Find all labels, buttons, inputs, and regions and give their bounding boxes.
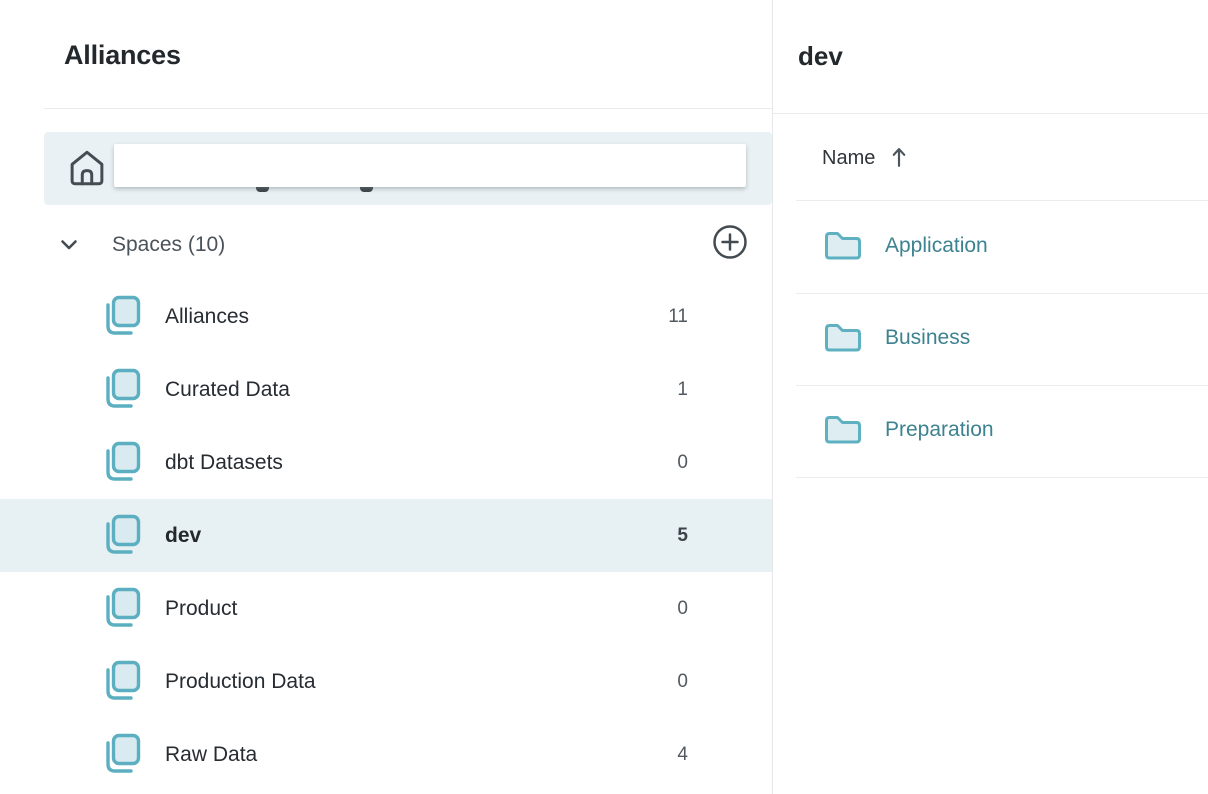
space-count: 4 bbox=[677, 718, 688, 791]
spaces-section-label: Spaces (10) bbox=[112, 229, 225, 261]
spaces-list: Alliances 11 Curated Data 1 dbt Datasets bbox=[0, 280, 772, 791]
stacked-squares-icon bbox=[100, 659, 142, 710]
folder-link[interactable]: Application bbox=[885, 234, 988, 258]
space-row-curated-data[interactable]: Curated Data 1 bbox=[0, 353, 772, 426]
space-row-product[interactable]: Product 0 bbox=[0, 572, 772, 645]
name-column-header[interactable]: Name bbox=[822, 140, 908, 176]
folder-icon bbox=[823, 412, 863, 451]
space-name: Production Data bbox=[165, 645, 316, 718]
redaction-overlay bbox=[114, 144, 746, 187]
space-name: Product bbox=[165, 572, 237, 645]
arrow-up-icon bbox=[890, 145, 908, 174]
page-title: dev bbox=[798, 41, 843, 72]
folder-link[interactable]: Business bbox=[885, 326, 970, 350]
space-row-dev[interactable]: dev 5 bbox=[0, 499, 772, 572]
space-count: 5 bbox=[677, 499, 688, 572]
space-count: 0 bbox=[677, 645, 688, 718]
space-count: 1 bbox=[677, 353, 688, 426]
folder-row-application[interactable]: Application bbox=[773, 200, 1208, 293]
add-space-button[interactable] bbox=[711, 223, 749, 261]
space-row-dbt-datasets[interactable]: dbt Datasets 0 bbox=[0, 426, 772, 499]
stacked-squares-icon bbox=[100, 294, 142, 345]
home-icon bbox=[66, 147, 108, 194]
space-count: 11 bbox=[668, 280, 688, 353]
folder-icon bbox=[823, 320, 863, 359]
space-row-raw-data[interactable]: Raw Data 4 bbox=[0, 718, 772, 791]
sidebar-divider bbox=[44, 108, 772, 109]
stacked-squares-icon bbox=[100, 586, 142, 637]
folder-row-preparation[interactable]: Preparation bbox=[773, 385, 1208, 477]
folder-row-business[interactable]: Business bbox=[773, 293, 1208, 385]
sidebar-panel: Alliances Spaces (10) bbox=[0, 0, 772, 794]
sidebar-title: Alliances bbox=[64, 40, 181, 71]
stacked-squares-icon bbox=[100, 440, 142, 491]
stacked-squares-icon bbox=[100, 513, 142, 564]
space-count: 0 bbox=[677, 426, 688, 499]
home-row[interactable] bbox=[44, 132, 772, 205]
spaces-section-header: Spaces (10) bbox=[0, 222, 772, 270]
header-divider bbox=[773, 113, 1208, 114]
space-name: dev bbox=[165, 499, 201, 572]
row-divider bbox=[796, 477, 1208, 478]
folder-link[interactable]: Preparation bbox=[885, 418, 994, 442]
space-name: dbt Datasets bbox=[165, 426, 283, 499]
space-count: 0 bbox=[677, 572, 688, 645]
stacked-squares-icon bbox=[100, 732, 142, 783]
space-row-alliances[interactable]: Alliances 11 bbox=[0, 280, 772, 353]
name-header-label: Name bbox=[822, 147, 875, 170]
space-name: Raw Data bbox=[165, 718, 257, 791]
folder-icon bbox=[823, 228, 863, 267]
chevron-down-icon[interactable] bbox=[56, 232, 82, 258]
stacked-squares-icon bbox=[100, 367, 142, 418]
space-name: Curated Data bbox=[165, 353, 290, 426]
space-row-production-data[interactable]: Production Data 0 bbox=[0, 645, 772, 718]
main-panel: dev Name Application Business bbox=[773, 0, 1208, 794]
space-name: Alliances bbox=[165, 280, 249, 353]
